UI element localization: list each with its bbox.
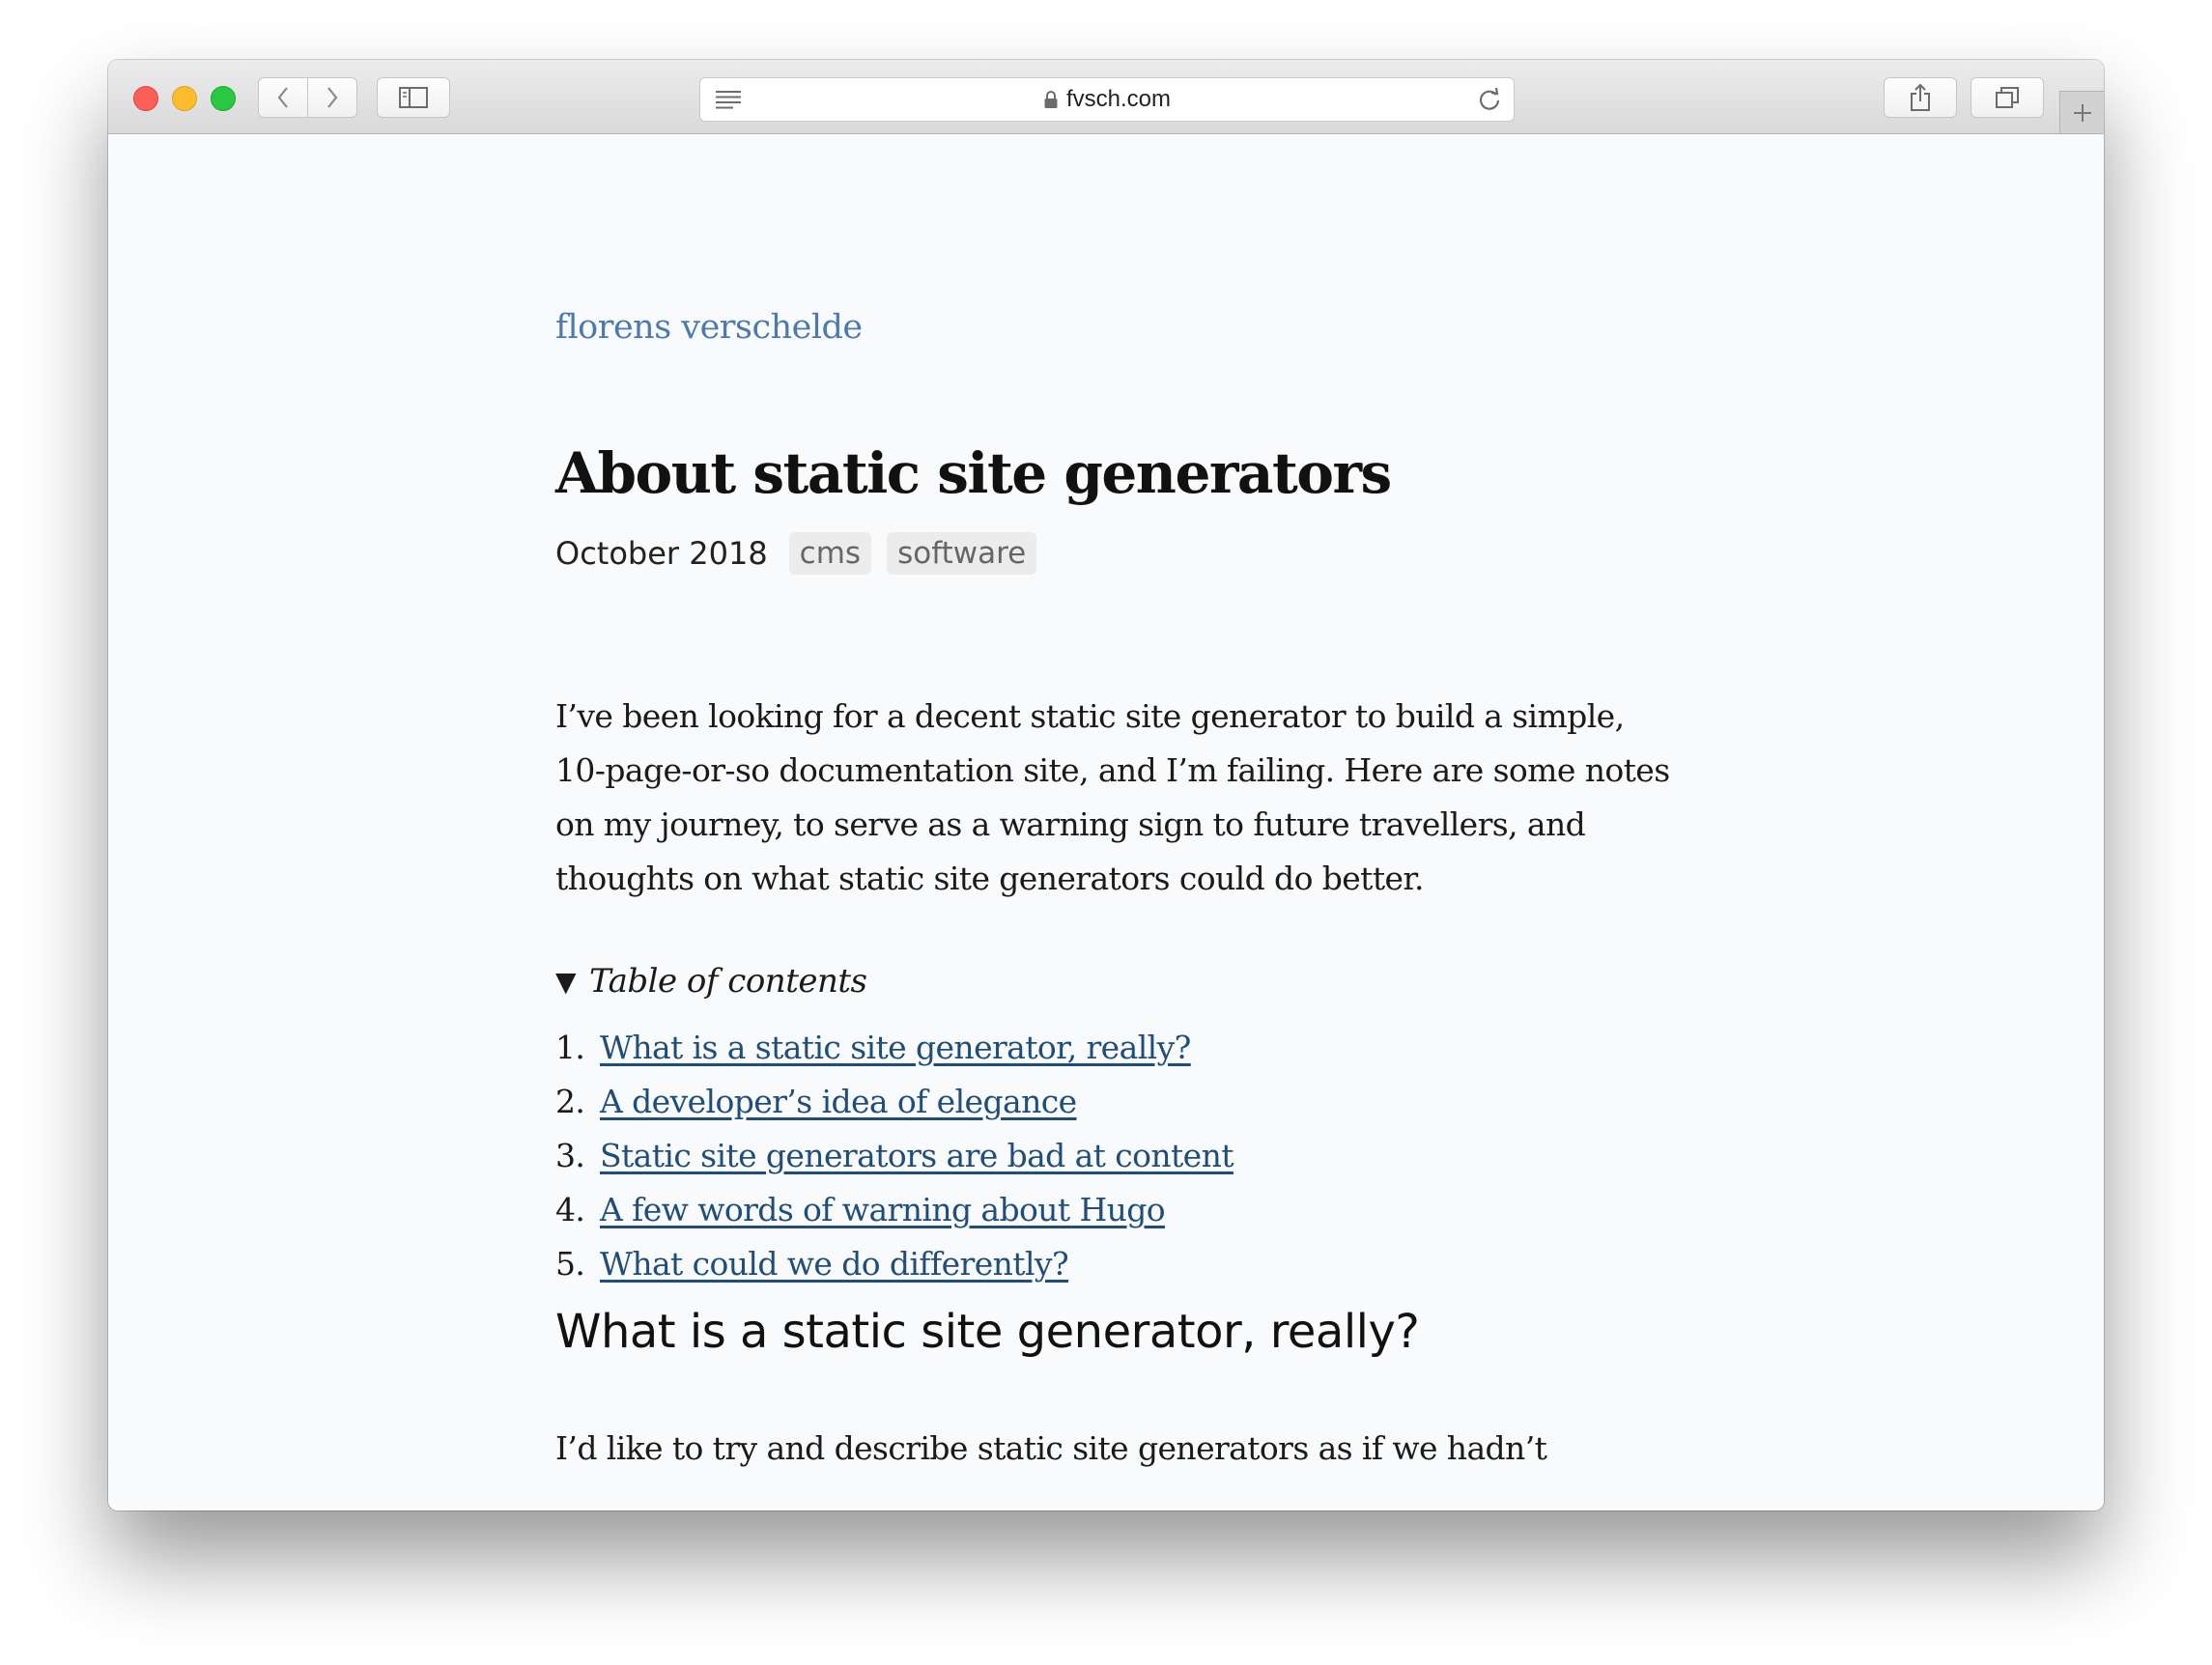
section-heading: What is a static site generator, really? xyxy=(555,1305,1420,1359)
toc-number: 3. xyxy=(555,1137,585,1174)
disclosure-triangle-icon: ▼ xyxy=(555,965,577,998)
toc-link-hugo[interactable]: A few words of warning about Hugo xyxy=(600,1183,1166,1237)
intro-paragraph: I’ve been looking for a decent static si… xyxy=(555,697,1670,897)
forward-button[interactable] xyxy=(307,77,357,118)
browser-window: fvsch.com florens verschelde About stati… xyxy=(108,60,2104,1510)
tag-software[interactable]: software xyxy=(887,532,1037,575)
toc-number: 4. xyxy=(555,1191,585,1228)
site-name-link[interactable]: florens verschelde xyxy=(555,308,863,347)
address-bar[interactable]: fvsch.com xyxy=(699,77,1515,122)
section-paragraph: I’d like to try and describe static site… xyxy=(555,1429,1547,1467)
toc-link-bad-at-content[interactable]: Static site generators are bad at conten… xyxy=(600,1129,1234,1183)
share-icon xyxy=(1911,83,1930,111)
browser-toolbar: fvsch.com xyxy=(108,60,2104,134)
toc-item: 2. A developer’s idea of elegance xyxy=(555,1075,1234,1129)
back-button[interactable] xyxy=(258,77,308,118)
reload-icon[interactable] xyxy=(1477,87,1502,117)
sidebar-icon xyxy=(399,87,428,108)
chevron-left-icon xyxy=(277,87,288,108)
toc-number: 1. xyxy=(555,1029,585,1066)
toc-link-what-is[interactable]: What is a static site generator, really? xyxy=(600,1021,1191,1075)
close-window-button[interactable] xyxy=(133,86,158,111)
toc-list: 1. What is a static site generator, real… xyxy=(555,1021,1234,1291)
toc-item: 5. What could we do differently? xyxy=(555,1237,1234,1291)
new-tab-button[interactable] xyxy=(2059,91,2104,133)
toc-link-differently[interactable]: What could we do differently? xyxy=(600,1237,1069,1291)
minimize-window-button[interactable] xyxy=(172,86,197,111)
toc-number: 5. xyxy=(555,1245,585,1283)
share-button[interactable] xyxy=(1884,77,1957,118)
toc-summary[interactable]: ▼ Table of contents xyxy=(555,962,867,1001)
plus-icon xyxy=(2073,103,2091,122)
toc-item: 3. Static site generators are bad at con… xyxy=(555,1129,1234,1183)
toc-summary-label: Table of contents xyxy=(589,962,867,1001)
sidebar-button[interactable] xyxy=(377,77,450,118)
chevron-right-icon xyxy=(327,87,338,108)
post-date: October 2018 xyxy=(555,535,768,572)
url-text[interactable]: fvsch.com xyxy=(1066,86,1171,113)
toc-number: 2. xyxy=(555,1083,585,1120)
toc-item: 4. A few words of warning about Hugo xyxy=(555,1183,1234,1237)
toc-link-elegance[interactable]: A developer’s idea of elegance xyxy=(600,1075,1077,1129)
show-tabs-button[interactable] xyxy=(1971,77,2044,118)
post-meta: October 2018 cms software xyxy=(555,532,1037,575)
post-title: About static site generators xyxy=(555,440,1392,506)
tabs-icon xyxy=(1996,87,2019,108)
toc-item: 1. What is a static site generator, real… xyxy=(555,1021,1234,1075)
tag-cms[interactable]: cms xyxy=(788,532,872,575)
lock-icon xyxy=(1043,90,1059,109)
maximize-window-button[interactable] xyxy=(211,86,236,111)
page-content: florens verschelde About static site gen… xyxy=(108,134,2104,1510)
